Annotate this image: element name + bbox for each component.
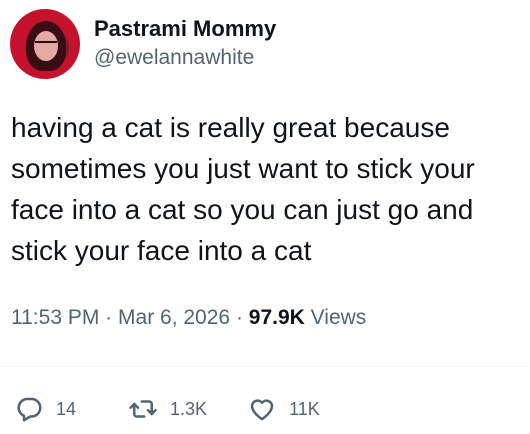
retweet-button[interactable]: 1.3K <box>128 394 207 424</box>
speech-bubble-icon <box>14 394 44 424</box>
views-count: 97.9K <box>248 306 305 329</box>
tweet-time[interactable]: 11:53 PM <box>11 306 99 329</box>
retweet-arrows-icon <box>128 394 158 424</box>
display-name[interactable]: Pastrami Mommy <box>94 16 276 42</box>
heart-icon <box>247 394 277 424</box>
reply-count: 14 <box>56 399 77 419</box>
meta-separator: · <box>105 306 113 329</box>
tweet-card: Pastrami Mommy @ewelannawhite having a c… <box>0 0 530 434</box>
views-label: Views <box>310 306 367 329</box>
tweet-header: Pastrami Mommy @ewelannawhite <box>10 9 276 79</box>
user-handle[interactable]: @ewelannawhite <box>94 44 276 72</box>
action-bar: 14 1.3K 11K <box>14 394 320 424</box>
divider <box>0 366 530 367</box>
like-button[interactable]: 11K <box>247 394 320 424</box>
meta-separator: · <box>235 306 243 329</box>
tweet-text: having a cat is really great because som… <box>11 112 483 266</box>
retweet-count: 1.3K <box>170 399 208 419</box>
like-count: 11K <box>289 399 320 419</box>
reply-button[interactable]: 14 <box>14 394 76 424</box>
author-names: Pastrami Mommy @ewelannawhite <box>94 16 276 72</box>
avatar[interactable] <box>10 9 80 79</box>
tweet-date[interactable]: Mar 6, 2026 <box>118 306 230 329</box>
tweet-metadata: 11:53 PM · Mar 6, 2026 · 97.9K Views <box>11 303 366 333</box>
